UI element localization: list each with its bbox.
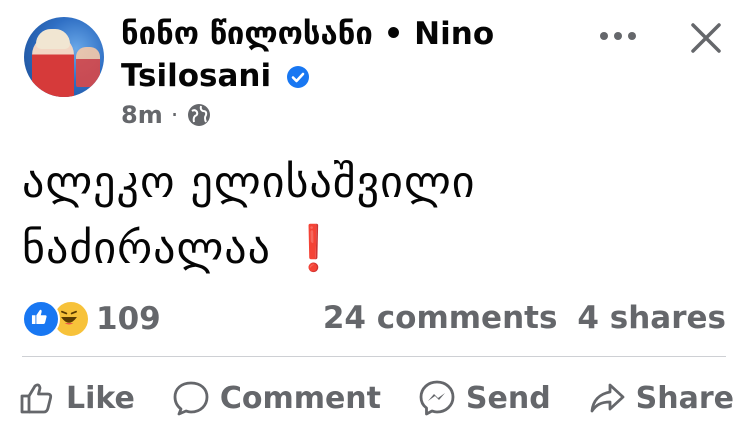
shares-count[interactable]: 4 shares (577, 300, 726, 336)
comments-shares: 24 comments 4 shares (323, 300, 726, 336)
thumbs-up-icon (20, 383, 53, 414)
post-text-word: ნაძირალაა (22, 223, 271, 274)
post-text-line-2: ნაძირალაა ❗ (22, 216, 722, 282)
like-reaction-icon (22, 300, 60, 338)
avatar-background-figure (76, 47, 100, 87)
like-label: Like (66, 380, 135, 416)
messenger-icon (419, 380, 455, 416)
exclamation-emoji: ❗ (285, 223, 342, 274)
facebook-post: ნინო წილოსანი • Nino Tsilosani 8m · ალეკ… (0, 0, 750, 439)
action-bar: Like Comment Send Share (18, 374, 734, 422)
globe-icon[interactable] (186, 102, 212, 128)
share-label: Share (635, 380, 734, 416)
like-button[interactable]: Like (18, 379, 135, 417)
share-arrow-icon (590, 383, 625, 413)
comments-count[interactable]: 24 comments (323, 300, 558, 336)
comment-button[interactable]: Comment (172, 379, 381, 417)
post-meta: 8m · (121, 101, 212, 129)
send-button[interactable]: Send (418, 379, 551, 417)
author-name-block[interactable]: ნინო წილოსანი • Nino Tsilosani (121, 13, 561, 97)
send-label: Send (465, 380, 551, 416)
avatar[interactable] (24, 17, 104, 97)
verified-badge-icon (286, 66, 309, 88)
more-options-icon[interactable] (596, 22, 640, 50)
avatar-hair (36, 29, 70, 49)
divider (22, 356, 726, 357)
reactions-summary[interactable]: 109 (22, 300, 161, 338)
comment-icon (173, 381, 209, 416)
reaction-count: 109 (96, 301, 161, 337)
share-button[interactable]: Share (588, 379, 734, 417)
engagement-stats: 109 24 comments 4 shares (22, 296, 726, 340)
comment-label: Comment (219, 380, 382, 416)
post-timestamp[interactable]: 8m (121, 101, 163, 129)
post-text: ალეკო ელისაშვილი ნაძირალაა ❗ (22, 150, 722, 282)
post-text-line-1: ალეკო ელისაშვილი (22, 157, 476, 208)
close-icon[interactable] (688, 20, 724, 56)
meta-separator: · (170, 101, 179, 129)
